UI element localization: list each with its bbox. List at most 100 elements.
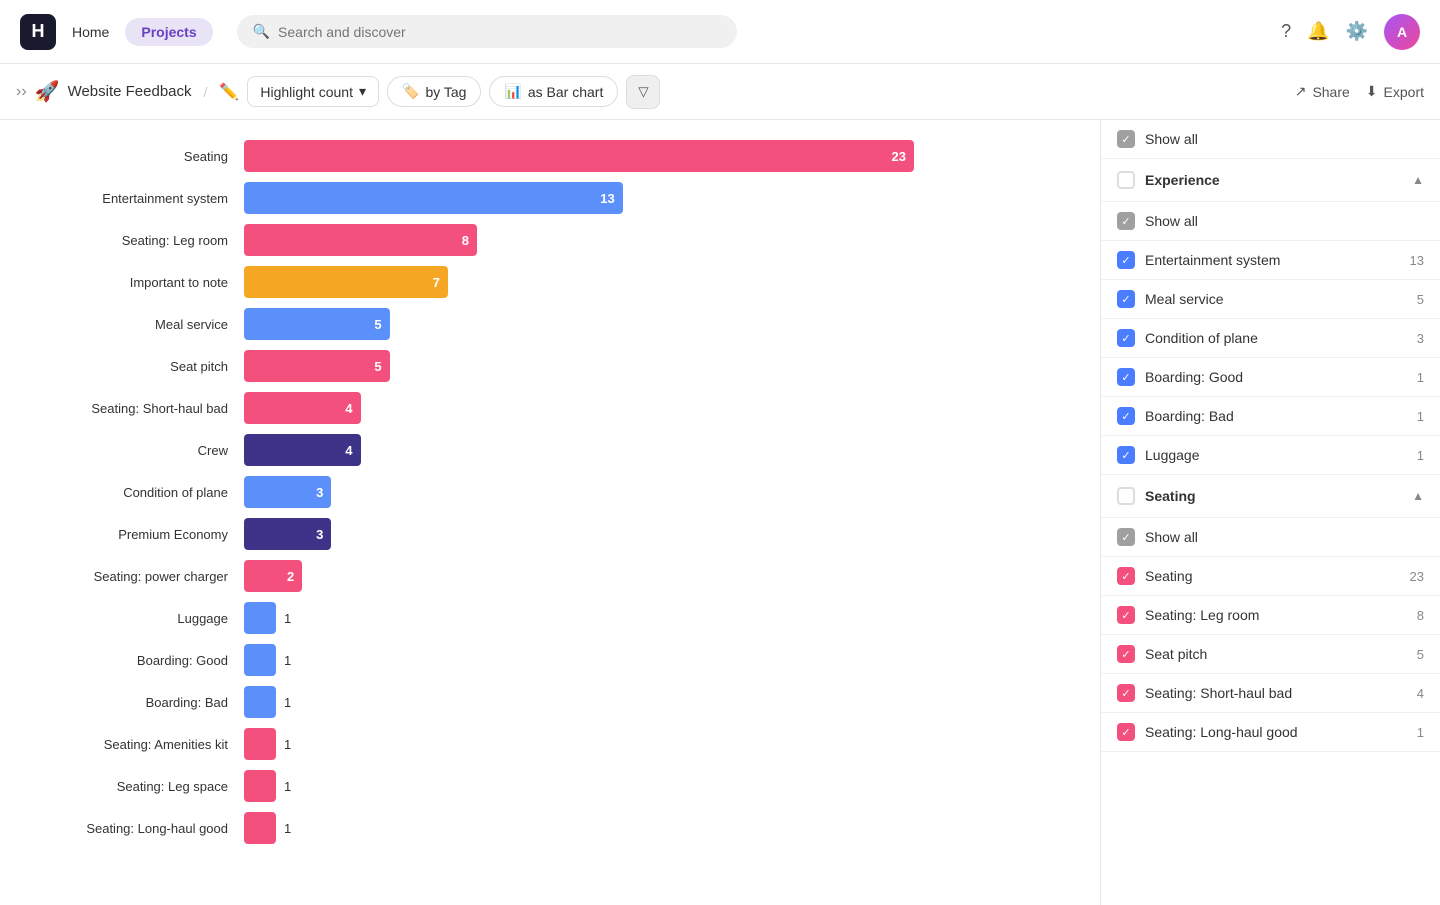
bar-container: 5 [244, 308, 1076, 340]
sidebar-item[interactable]: ✓Seating: Short-haul bad4 [1101, 674, 1440, 713]
bar [244, 644, 276, 676]
sidebar-item[interactable]: ✓Boarding: Good1 [1101, 358, 1440, 397]
share-icon: ↗ [1295, 83, 1307, 100]
as-bar-chart-button[interactable]: 📊 as Bar chart [489, 76, 618, 107]
item-checkbox[interactable]: ✓ [1117, 446, 1135, 464]
item-checkbox[interactable]: ✓ [1117, 329, 1135, 347]
checkbox-section-show-all[interactable]: ✓ [1117, 528, 1135, 546]
sidebar-item[interactable]: ✓Meal service5 [1101, 280, 1440, 319]
chart-label: Seating: Short-haul bad [24, 401, 244, 416]
filter-icon: ▽ [638, 84, 648, 100]
breadcrumb-expand-icon[interactable]: ›› [16, 83, 27, 101]
bar-container: 1 [244, 728, 1076, 760]
share-button[interactable]: ↗ Share [1295, 83, 1350, 100]
section-name: Experience [1145, 172, 1402, 188]
chart-area: Seating23Entertainment system13Seating: … [0, 120, 1100, 905]
sidebar-item[interactable]: ✓Seating: Long-haul good1 [1101, 713, 1440, 752]
item-label: Condition of plane [1145, 330, 1407, 346]
section-chevron-icon[interactable]: ▲ [1412, 489, 1424, 503]
item-checkbox[interactable]: ✓ [1117, 645, 1135, 663]
item-count: 1 [1417, 448, 1424, 463]
section-checkbox[interactable] [1117, 487, 1135, 505]
item-label: Meal service [1145, 291, 1407, 307]
bar: 5 [244, 350, 390, 382]
breadcrumb-separator: / [204, 84, 208, 100]
sidebar-item[interactable]: ✓Entertainment system13 [1101, 241, 1440, 280]
item-count: 23 [1410, 569, 1424, 584]
bar-container: 1 [244, 686, 1076, 718]
nav-home[interactable]: Home [72, 24, 109, 40]
logo[interactable]: H [20, 14, 56, 50]
section-show-all[interactable]: ✓Show all [1101, 518, 1440, 557]
chart-label: Seating: Amenities kit [24, 737, 244, 752]
search-icon: 🔍 [253, 23, 270, 40]
main-content: Seating23Entertainment system13Seating: … [0, 120, 1440, 905]
section-checkbox[interactable] [1117, 171, 1135, 189]
section-chevron-icon[interactable]: ▲ [1412, 173, 1424, 187]
sidebar-item[interactable]: ✓Boarding: Bad1 [1101, 397, 1440, 436]
help-icon[interactable]: ? [1281, 21, 1291, 42]
nav-projects[interactable]: Projects [125, 18, 212, 46]
item-checkbox[interactable]: ✓ [1117, 723, 1135, 741]
item-label: Seating: Leg room [1145, 607, 1407, 623]
filter-button[interactable]: ▽ [626, 75, 660, 109]
bar: 3 [244, 518, 331, 550]
chart-label: Important to note [24, 275, 244, 290]
item-count: 1 [1417, 409, 1424, 424]
sidebar-section-header: Seating ▲ [1101, 475, 1440, 518]
search-bar[interactable]: 🔍 [237, 15, 737, 48]
bar: 4 [244, 434, 361, 466]
chart-row: Seat pitch5 [24, 350, 1076, 382]
item-label: Luggage [1145, 447, 1407, 463]
chart-row: Luggage1 [24, 602, 1076, 634]
bar-chart-icon: 📊 [504, 83, 521, 100]
item-checkbox[interactable]: ✓ [1117, 567, 1135, 585]
bar-value: 1 [284, 695, 291, 710]
search-input[interactable] [278, 24, 721, 40]
export-button[interactable]: ⬇ Export [1366, 83, 1424, 100]
item-checkbox[interactable]: ✓ [1117, 606, 1135, 624]
bar [244, 602, 276, 634]
bar: 8 [244, 224, 477, 256]
chart-label: Luggage [24, 611, 244, 626]
avatar[interactable]: A [1384, 14, 1420, 50]
chart-label: Premium Economy [24, 527, 244, 542]
chart-row: Boarding: Good1 [24, 644, 1076, 676]
item-label: Seat pitch [1145, 646, 1407, 662]
item-count: 5 [1417, 647, 1424, 662]
bar: 13 [244, 182, 623, 214]
chart-label: Seating: Long-haul good [24, 821, 244, 836]
sidebar-item[interactable]: ✓ Luggage 1 [1101, 436, 1440, 475]
chart-label: Crew [24, 443, 244, 458]
show-all-label: Show all [1145, 131, 1198, 147]
notification-icon[interactable]: 🔔 [1307, 21, 1329, 42]
bar-container: 3 [244, 476, 1076, 508]
metric-chevron-icon: ▾ [359, 83, 366, 100]
metric-button[interactable]: Highlight count ▾ [247, 76, 379, 107]
section-show-all[interactable]: ✓Show all [1101, 202, 1440, 241]
sidebar-item[interactable]: ✓Seating23 [1101, 557, 1440, 596]
sidebar-item[interactable]: ✓ Seat pitch 5 [1101, 635, 1440, 674]
bar [244, 770, 276, 802]
item-checkbox[interactable]: ✓ [1117, 290, 1135, 308]
item-checkbox[interactable]: ✓ [1117, 368, 1135, 386]
item-count: 8 [1417, 608, 1424, 623]
sidebar-item[interactable]: ✓Condition of plane3 [1101, 319, 1440, 358]
item-checkbox[interactable]: ✓ [1117, 407, 1135, 425]
item-checkbox[interactable]: ✓ [1117, 251, 1135, 269]
chart-row: Seating23 [24, 140, 1076, 172]
checkbox-show-all[interactable]: ✓ [1117, 130, 1135, 148]
settings-icon[interactable]: ⚙️ [1346, 21, 1368, 42]
item-count: 4 [1417, 686, 1424, 701]
item-checkbox[interactable]: ✓ [1117, 684, 1135, 702]
bar-container: 3 [244, 518, 1076, 550]
bar-value: 1 [284, 737, 291, 752]
section-name: Seating [1145, 488, 1402, 504]
bar-value: 1 [284, 779, 291, 794]
sidebar-item[interactable]: ✓ Seating: Leg room 8 [1101, 596, 1440, 635]
by-tag-button[interactable]: 🏷️ by Tag [387, 76, 481, 107]
item-label: Boarding: Good [1145, 369, 1407, 385]
bar-container: 8 [244, 224, 1076, 256]
sidebar-show-all-top[interactable]: ✓ Show all [1101, 120, 1440, 159]
checkbox-section-show-all[interactable]: ✓ [1117, 212, 1135, 230]
